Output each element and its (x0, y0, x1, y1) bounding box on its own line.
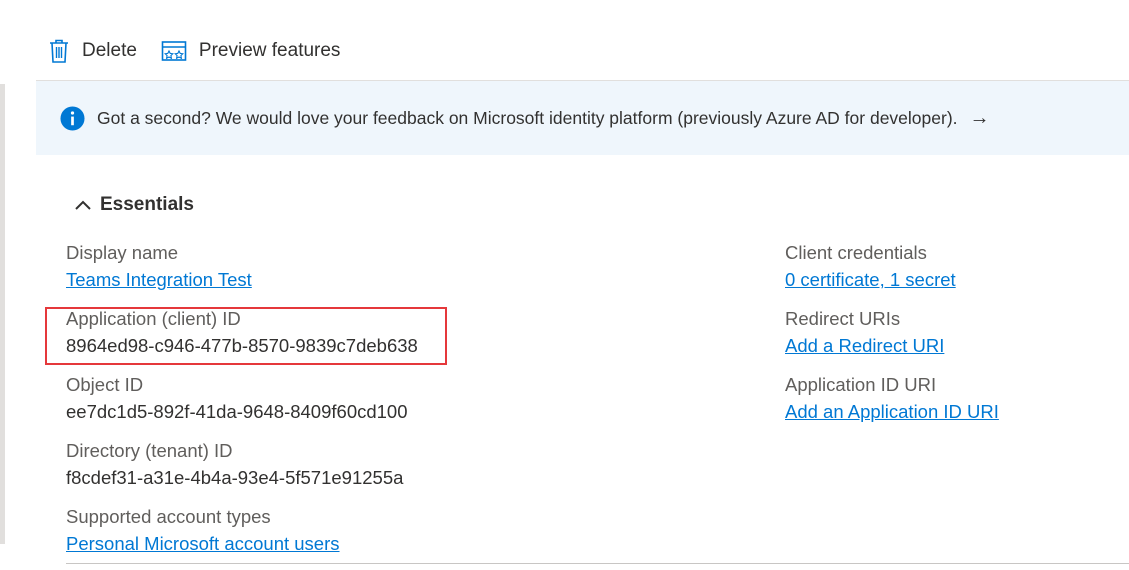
essentials-divider (66, 563, 1129, 564)
tenant-id-field: Directory (tenant) ID f8cdef31-a31e-4b4a… (66, 439, 403, 490)
field-label: Client credentials (785, 242, 927, 263)
client-credentials-field: Client credentials 0 certificate, 1 secr… (785, 241, 956, 292)
add-redirect-uri-link[interactable]: Add a Redirect URI (785, 334, 944, 358)
command-bar: Delete Preview features (48, 38, 340, 64)
preview-features-button[interactable]: Preview features (161, 40, 341, 62)
left-scrollbar[interactable] (0, 84, 5, 544)
preview-features-label: Preview features (198, 40, 341, 61)
essentials-toggle[interactable]: Essentials (74, 194, 194, 216)
delete-button[interactable]: Delete (48, 38, 137, 64)
client-credentials-link[interactable]: 0 certificate, 1 secret (785, 268, 956, 292)
client-id-highlight-box (45, 307, 447, 365)
chevron-up-icon (74, 199, 92, 211)
field-label: Directory (tenant) ID (66, 440, 233, 461)
add-application-id-uri-link[interactable]: Add an Application ID URI (785, 400, 999, 424)
field-label: Display name (66, 242, 179, 263)
account-types-link[interactable]: Personal Microsoft account users (66, 532, 340, 556)
essentials-title: Essentials (100, 194, 194, 215)
account-types-field: Supported account types Personal Microso… (66, 505, 340, 556)
field-label: Redirect URIs (785, 308, 901, 329)
app-registration-overview: Delete Preview features Got a second? We… (0, 0, 1129, 570)
display-name-link[interactable]: Teams Integration Test (66, 268, 252, 292)
object-id-field: Object ID ee7dc1d5-892f-41da-9648-8409f6… (66, 373, 408, 424)
banner-message: Got a second? We would love your feedbac… (97, 107, 958, 128)
field-label: Supported account types (66, 506, 271, 527)
field-label: Application ID URI (785, 374, 937, 395)
info-icon (60, 105, 85, 131)
application-id-uri-field: Application ID URI Add an Application ID… (785, 373, 999, 424)
feedback-banner[interactable]: Got a second? We would love your feedbac… (36, 81, 1129, 155)
display-name-field: Display name Teams Integration Test (66, 241, 252, 292)
redirect-uris-field: Redirect URIs Add a Redirect URI (785, 307, 944, 358)
preview-features-icon (161, 40, 187, 62)
delete-label: Delete (82, 40, 137, 61)
arrow-right-icon[interactable]: → (970, 107, 990, 130)
field-label: Object ID (66, 374, 144, 395)
trash-icon (48, 38, 70, 64)
object-id-value: ee7dc1d5-892f-41da-9648-8409f60cd100 (66, 401, 408, 422)
tenant-id-value: f8cdef31-a31e-4b4a-93e4-5f571e91255a (66, 467, 404, 488)
